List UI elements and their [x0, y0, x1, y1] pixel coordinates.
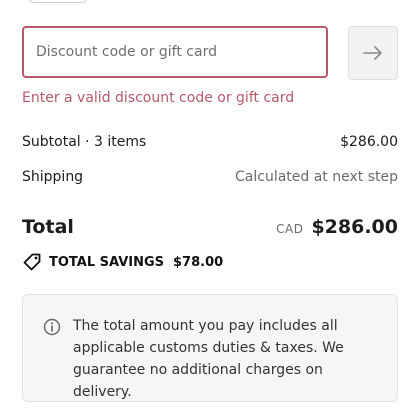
total-row: Total CAD $286.00 — [22, 216, 398, 238]
subtotal-label: Subtotal · 3 items — [22, 134, 147, 150]
info-icon — [43, 318, 61, 336]
discount-form — [22, 26, 398, 82]
total-amount-group: CAD $286.00 — [276, 216, 398, 238]
total-amount: $286.00 — [311, 216, 398, 238]
total-label: Total — [22, 216, 74, 238]
total-savings: TOTAL SAVINGS $78.00 — [22, 252, 223, 272]
shipping-label: Shipping — [22, 169, 84, 185]
customs-notice-text: The total amount you pay includes all ap… — [73, 318, 344, 400]
previous-section-edge — [28, 0, 88, 3]
apply-discount-button[interactable] — [348, 26, 398, 80]
customs-notice: The total amount you pay includes all ap… — [22, 294, 398, 402]
subtotal-row: Subtotal · 3 items $286.00 — [22, 134, 398, 150]
shipping-value: Calculated at next step — [235, 169, 398, 185]
currency-code: CAD — [276, 222, 304, 236]
shipping-row: Shipping Calculated at next step — [22, 169, 398, 185]
discount-error-message: Enter a valid discount code or gift card — [22, 90, 295, 106]
tag-icon — [23, 253, 41, 271]
savings-value: $78.00 — [173, 254, 224, 270]
savings-label: TOTAL SAVINGS — [49, 254, 165, 270]
arrow-right-icon — [363, 46, 382, 60]
discount-code-input[interactable] — [22, 26, 328, 78]
subtotal-value: $286.00 — [340, 134, 398, 150]
